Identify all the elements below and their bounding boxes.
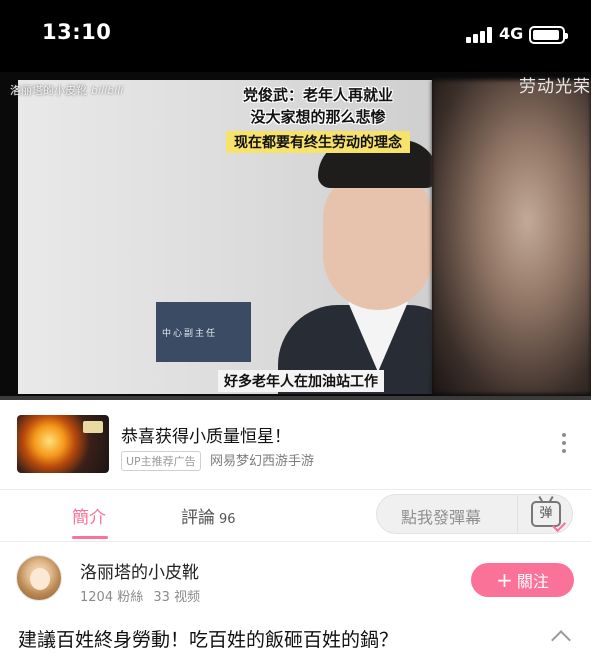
uploader-row: 洛丽塔的小皮靴 1204 粉絲 33 视频 + 關注 — [0, 543, 591, 617]
uploader-name[interactable]: 洛丽塔的小皮靴 — [80, 558, 199, 583]
ad-source: 网易梦幻西游手游 — [210, 454, 315, 469]
cellular-signal-icon — [466, 27, 494, 43]
tab-comments-label: 評論 — [181, 508, 215, 528]
video-watermark: 洛丽塔的小皮靴 bilibili — [10, 82, 123, 98]
plus-icon: + — [496, 568, 513, 592]
network-type-label: 4G — [499, 24, 524, 43]
comments-count: 96 — [219, 512, 236, 527]
uploader-stats: 1204 粉絲 33 视频 — [80, 586, 200, 605]
video-frame[interactable]: 中心副主任 党俊武：老年人再就业 没大家想的那么悲惨 现在都要有终生劳动的理念 … — [18, 80, 432, 394]
tab-comments[interactable]: 評論 96 — [181, 503, 236, 528]
tab-intro[interactable]: 簡介 — [72, 503, 106, 528]
follow-button[interactable]: + 關注 — [471, 563, 574, 597]
watermark-user: 洛丽塔的小皮靴 — [10, 84, 87, 97]
caption-highlight: 现在都要有终生劳动的理念 — [226, 131, 410, 153]
battery-icon — [529, 26, 568, 44]
ad-card[interactable]: 恭喜获得小质量恒星！ UP主推荐广告 网易梦幻西游手游 — [0, 400, 591, 490]
chevron-up-icon[interactable] — [551, 630, 571, 650]
caption-top: 党俊武：老年人再就业 没大家想的那么悲惨 现在都要有终生劳动的理念 — [198, 84, 432, 153]
danmaku-divider — [517, 495, 518, 533]
videos-label: 视频 — [174, 590, 201, 605]
caption-bottom: 好多老年人在加油站工作 — [218, 370, 384, 392]
detail-tabs: 簡介 評論 96 點我發彈幕 弹 — [0, 490, 591, 542]
danmaku-input[interactable]: 點我發彈幕 弹 — [376, 494, 573, 534]
ad-badge: UP主推荐广告 — [121, 451, 201, 471]
follow-label: 關注 — [516, 572, 549, 591]
tab-active-underline — [72, 536, 108, 539]
videos-count: 33 — [153, 590, 170, 605]
status-bar: 13:10 4G — [0, 0, 591, 72]
danmaku-placeholder[interactable]: 點我發彈幕 — [401, 504, 481, 528]
speaker-figure — [278, 140, 432, 394]
status-time: 13:10 — [42, 20, 112, 44]
video-player[interactable]: 中心副主任 党俊武：老年人再就业 没大家想的那么悲惨 现在都要有终生劳动的理念 … — [0, 72, 591, 398]
danmaku-toggle-icon[interactable]: 弹 — [531, 501, 567, 533]
background-sign: 中心副主任 — [156, 302, 251, 362]
avatar[interactable] — [16, 555, 62, 601]
caption-line-2: 没大家想的那么悲惨 — [250, 108, 386, 126]
video-blurred-side — [432, 80, 591, 394]
fans-label: 粉絲 — [117, 590, 144, 605]
more-vertical-icon[interactable] — [560, 433, 568, 455]
caption-line-1: 党俊武：老年人再就业 — [242, 86, 393, 104]
overlay-text-right: 劳动光荣 — [519, 77, 591, 97]
ad-thumbnail[interactable] — [17, 415, 109, 473]
bilibili-logo: bilibili — [91, 84, 124, 97]
video-title: 建議百姓終身勞動！吃百姓的飯砸百姓的鍋？ — [18, 629, 399, 651]
fans-count: 1204 — [80, 590, 114, 605]
ad-title[interactable]: 恭喜获得小质量恒星！ — [121, 422, 291, 447]
